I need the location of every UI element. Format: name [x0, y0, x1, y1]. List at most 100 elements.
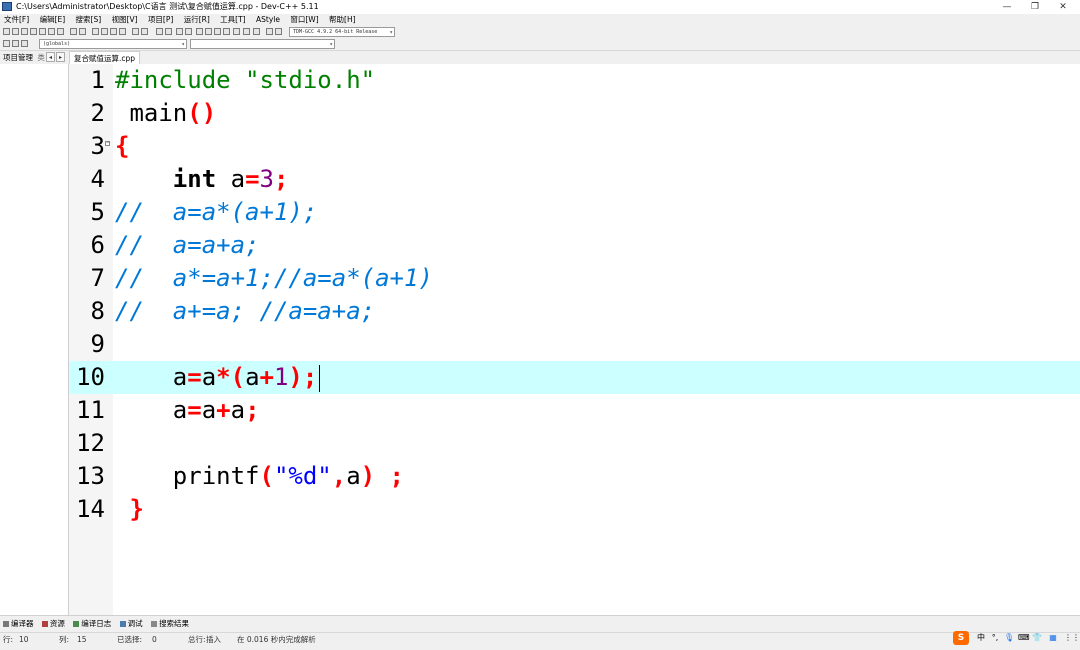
project-manager-tab[interactable]: 项目管理	[3, 53, 33, 62]
code-line[interactable]: 7 // a*=a+1;//a=a*(a+1)	[69, 262, 1080, 295]
menu-window[interactable]: 窗口[W]	[290, 14, 318, 26]
line-number: 7	[90, 264, 105, 292]
find-icon[interactable]	[92, 28, 99, 35]
code-line[interactable]: 3−{	[69, 130, 1080, 163]
minimize-button[interactable]: —	[994, 0, 1020, 14]
code-line[interactable]: 5 // a=a*(a+1);	[69, 196, 1080, 229]
code-line[interactable]: 1 #include "stdio.h"	[69, 64, 1080, 97]
code-editor[interactable]: 1 #include "stdio.h" 2 main() 3−{4 int a=3;…	[69, 64, 1080, 615]
code-token: ) ;	[360, 462, 405, 490]
code-token: );	[288, 363, 318, 391]
member-select[interactable]: ▾	[190, 39, 335, 49]
menu-help[interactable]: 帮助[H]	[329, 14, 356, 26]
compiler-select[interactable]: TDM-GCC 4.9.2 64-bit Release ▾	[289, 27, 395, 37]
code-line[interactable]: 10 a=a*(a+1);	[69, 361, 1080, 394]
menu-view[interactable]: 视图[V]	[112, 14, 138, 26]
menu-tools[interactable]: 工具[T]	[220, 14, 245, 26]
code-line[interactable]: 11 a=a+a;	[69, 394, 1080, 427]
save-icon[interactable]	[21, 28, 28, 35]
file-tab[interactable]: 复合赋值运算.cpp	[69, 51, 141, 64]
insert-icon[interactable]	[3, 40, 10, 47]
code-token: *(	[216, 363, 246, 391]
print-icon[interactable]	[57, 28, 64, 35]
save-all-icon[interactable]	[30, 28, 37, 35]
microphone-icon[interactable]: 🎙	[1004, 630, 1014, 646]
menu-edit[interactable]: 编辑[E]	[40, 14, 66, 26]
close-all-icon[interactable]	[48, 28, 55, 35]
syntax-check-icon[interactable]	[233, 28, 240, 35]
keyboard-icon[interactable]: ⌨	[1018, 630, 1030, 646]
debug-icon[interactable]	[253, 28, 260, 35]
code-line[interactable]: 8 // a+=a; //a=a+a;	[69, 295, 1080, 328]
menu-grid-icon[interactable]: ⋮⋮	[1064, 630, 1080, 646]
code-line[interactable]: 14 }	[69, 493, 1080, 526]
code-token: 1	[273, 363, 289, 391]
search-icon	[151, 621, 158, 627]
ime-language[interactable]: 中	[975, 630, 987, 646]
toggle-comment-icon[interactable]	[12, 40, 19, 47]
compile-run-icon[interactable]	[214, 28, 221, 35]
new-project-icon[interactable]	[176, 28, 183, 35]
fold-toggle-icon[interactable]: −	[105, 141, 110, 146]
code-token: // a*=a+1;//a=a*(a+1)	[115, 264, 433, 292]
compile-icon[interactable]	[196, 28, 203, 35]
main-toolbar: TDM-GCC 4.9.2 64-bit Release ▾	[0, 26, 1080, 38]
find-next-icon[interactable]	[110, 28, 117, 35]
scope-select-value: (globals)	[43, 41, 71, 47]
tab-debug[interactable]: 调试	[119, 616, 143, 632]
scope-select[interactable]: (globals) ▾	[39, 39, 187, 49]
toolbox-icon[interactable]: ▦	[1048, 630, 1058, 646]
delete-profile-icon[interactable]	[275, 28, 282, 35]
menu-astyle[interactable]: AStyle	[256, 14, 280, 26]
code-token: 3	[259, 165, 274, 193]
skin-icon[interactable]: 👕	[1032, 630, 1042, 646]
code-token: a	[346, 462, 361, 490]
punctuation-icon[interactable]: °,	[990, 630, 1000, 646]
profile-icon[interactable]	[266, 28, 273, 35]
tab-compiler[interactable]: 编译器	[3, 616, 34, 632]
restore-button[interactable]: ❐	[1022, 0, 1048, 14]
undo-icon[interactable]	[70, 28, 77, 35]
code-line[interactable]: 9	[69, 328, 1080, 361]
tab-search-results[interactable]: 搜索结果	[151, 616, 189, 632]
toggle-bookmarks-icon[interactable]	[21, 40, 28, 47]
project-options-icon[interactable]	[185, 28, 192, 35]
stop-icon[interactable]	[243, 28, 250, 35]
toggle-bookmark-icon[interactable]	[156, 28, 163, 35]
code-line[interactable]: 6 // a=a+a;	[69, 229, 1080, 262]
code-token: =	[187, 363, 202, 391]
tab-resources[interactable]: 资源	[41, 616, 65, 632]
menu-search[interactable]: 搜索[S]	[76, 14, 102, 26]
rebuild-icon[interactable]	[223, 28, 230, 35]
code-text: {	[115, 130, 129, 163]
code-line[interactable]: 2 main()	[69, 97, 1080, 130]
panel-next-icon[interactable]: ▸	[56, 52, 65, 62]
goto-line-icon[interactable]	[119, 28, 126, 35]
code-text: // a=a+a;	[115, 229, 260, 262]
code-text: // a=a*(a+1);	[115, 196, 317, 229]
unindent-icon[interactable]	[141, 28, 148, 35]
code-line[interactable]: 4 int a=3;	[69, 163, 1080, 196]
open-file-icon[interactable]	[12, 28, 19, 35]
code-token: ()	[187, 99, 217, 127]
goto-bookmark-icon[interactable]	[165, 28, 172, 35]
sogou-ime-icon[interactable]: S	[953, 631, 969, 645]
run-icon[interactable]	[205, 28, 212, 35]
redo-icon[interactable]	[79, 28, 86, 35]
tab-compile-log[interactable]: 编译日志	[73, 616, 111, 632]
code-token: ;	[273, 165, 289, 193]
code-line[interactable]: 12	[69, 427, 1080, 460]
code-line[interactable]: 13 printf("%d",a) ;	[69, 460, 1080, 493]
close-file-icon[interactable]	[39, 28, 46, 35]
panel-prev-icon[interactable]: ◂	[46, 52, 55, 62]
menu-project[interactable]: 项目[P]	[148, 14, 173, 26]
replace-icon[interactable]	[101, 28, 108, 35]
row-value: 10	[19, 635, 29, 644]
new-file-icon[interactable]	[3, 28, 10, 35]
close-button[interactable]: ✕	[1050, 0, 1076, 14]
line-number: 6	[90, 231, 105, 259]
indent-icon[interactable]	[132, 28, 139, 35]
class-tab-partial[interactable]: 类	[37, 53, 45, 62]
menu-file[interactable]: 文件[F]	[4, 14, 29, 26]
menu-run[interactable]: 运行[R]	[184, 14, 210, 26]
